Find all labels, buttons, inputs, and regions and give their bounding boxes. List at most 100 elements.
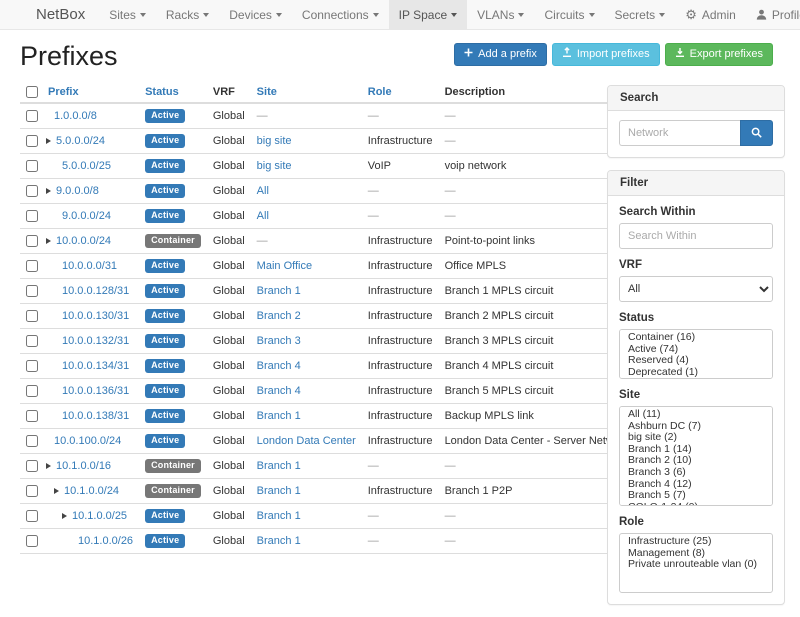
prefix-link[interactable]: 10.1.0.0/16 xyxy=(56,460,111,472)
prefix-link[interactable]: 5.0.0.0/25 xyxy=(62,160,111,172)
column-sort-link[interactable]: Status xyxy=(145,86,179,98)
search-input[interactable] xyxy=(619,120,740,146)
prefix-link[interactable]: 10.0.0.0/24 xyxy=(56,235,111,247)
column-header-status[interactable]: Status xyxy=(139,82,207,103)
expand-caret-icon[interactable] xyxy=(46,188,51,194)
nav-item-profile[interactable]: Profile xyxy=(746,0,800,29)
site-link[interactable]: Branch 1 xyxy=(257,510,301,522)
expand-caret-icon[interactable] xyxy=(46,138,51,144)
table-row: 10.1.0.0/24ContainerGlobalBranch 1Infras… xyxy=(20,479,635,504)
prefix-link[interactable]: 9.0.0.0/24 xyxy=(62,210,111,222)
row-checkbox[interactable] xyxy=(26,335,38,347)
row-checkbox[interactable] xyxy=(26,110,38,122)
row-checkbox[interactable] xyxy=(26,385,38,397)
site-link[interactable]: Branch 1 xyxy=(257,285,301,297)
site-link[interactable]: big site xyxy=(257,160,292,172)
nav-item-racks[interactable]: Racks xyxy=(156,0,219,29)
nav-item-devices[interactable]: Devices xyxy=(219,0,292,29)
prefix-link[interactable]: 10.0.0.138/31 xyxy=(62,410,129,422)
status-listbox[interactable]: Container (16)Active (74)Reserved (4)Dep… xyxy=(619,329,773,379)
prefix-link[interactable]: 10.1.0.0/26 xyxy=(78,535,133,547)
prefix-link[interactable]: 10.0.0.0/31 xyxy=(62,260,117,272)
nav-item-connections[interactable]: Connections xyxy=(292,0,389,29)
column-sort-link[interactable]: Prefix xyxy=(48,86,79,98)
site-link[interactable]: Branch 4 xyxy=(257,360,301,372)
nav-item-admin[interactable]: ⚙ Admin xyxy=(675,0,746,29)
nav-item-sites[interactable]: Sites xyxy=(99,0,156,29)
nav-item-ip-space[interactable]: IP Space xyxy=(389,0,467,29)
prefix-link[interactable]: 10.0.0.132/31 xyxy=(62,335,129,347)
row-checkbox[interactable] xyxy=(26,410,38,422)
row-checkbox[interactable] xyxy=(26,285,38,297)
row-checkbox[interactable] xyxy=(26,360,38,372)
site-link[interactable]: big site xyxy=(257,135,292,147)
row-checkbox[interactable] xyxy=(26,260,38,272)
search-button[interactable] xyxy=(740,120,773,146)
column-header-site[interactable]: Site xyxy=(251,82,362,103)
site-link[interactable]: Main Office xyxy=(257,260,312,272)
import-prefixes-button[interactable]: Import prefixes xyxy=(552,43,660,66)
column-header-prefix[interactable]: Prefix xyxy=(42,82,139,103)
empty-value: — xyxy=(368,110,379,122)
row-checkbox[interactable] xyxy=(26,485,38,497)
site-link[interactable]: Branch 2 xyxy=(257,310,301,322)
row-checkbox[interactable] xyxy=(26,160,38,172)
column-sort-link[interactable]: Site xyxy=(257,86,277,98)
site-link[interactable]: All xyxy=(257,210,269,222)
listbox-option[interactable]: Branch 5 (7) xyxy=(620,490,772,502)
listbox-option[interactable]: Deprecated (1) xyxy=(620,367,772,379)
listbox-option[interactable]: Branch 3 (6) xyxy=(620,467,772,479)
prefix-link[interactable]: 10.0.0.134/31 xyxy=(62,360,129,372)
site-link[interactable]: Branch 4 xyxy=(257,385,301,397)
nav-item-secrets[interactable]: Secrets xyxy=(605,0,676,29)
prefix-link[interactable]: 10.0.0.136/31 xyxy=(62,385,129,397)
prefix-link[interactable]: 10.0.0.130/31 xyxy=(62,310,129,322)
nav-item-circuits[interactable]: Circuits xyxy=(534,0,604,29)
select-all-checkbox[interactable] xyxy=(26,86,38,98)
vrf-select[interactable]: All xyxy=(619,276,773,302)
row-checkbox[interactable] xyxy=(26,235,38,247)
expand-caret-icon[interactable] xyxy=(46,238,51,244)
column-sort-link[interactable]: Role xyxy=(368,86,392,98)
site-link[interactable]: Branch 1 xyxy=(257,460,301,472)
site-link[interactable]: Branch 1 xyxy=(257,535,301,547)
search-within-input[interactable] xyxy=(619,223,773,249)
site-link[interactable]: Branch 3 xyxy=(257,335,301,347)
add-prefix-button[interactable]: Add a prefix xyxy=(454,43,547,66)
role-listbox[interactable]: Infrastructure (25)Management (8)Private… xyxy=(619,533,773,593)
listbox-option[interactable]: Infrastructure (25) xyxy=(620,536,772,548)
site-link[interactable]: All xyxy=(257,185,269,197)
listbox-option[interactable]: Container (16) xyxy=(620,332,772,344)
expand-caret-icon[interactable] xyxy=(62,513,67,519)
app-brand[interactable]: NetBox xyxy=(22,0,99,29)
prefix-link[interactable]: 5.0.0.0/24 xyxy=(56,135,105,147)
prefix-link[interactable]: 1.0.0.0/8 xyxy=(54,110,97,122)
site-link[interactable]: Branch 1 xyxy=(257,485,301,497)
listbox-option[interactable]: All (11) xyxy=(620,409,772,421)
row-checkbox[interactable] xyxy=(26,510,38,522)
site-link[interactable]: London Data Center xyxy=(257,435,356,447)
site-listbox[interactable]: All (11)Ashburn DC (7)big site (2)Branch… xyxy=(619,406,773,506)
column-header-role[interactable]: Role xyxy=(362,82,439,103)
prefix-link[interactable]: 10.1.0.0/24 xyxy=(64,485,119,497)
prefix-link[interactable]: 10.0.0.128/31 xyxy=(62,285,129,297)
prefix-link[interactable]: 9.0.0.0/8 xyxy=(56,185,99,197)
export-prefixes-button[interactable]: Export prefixes xyxy=(665,43,773,66)
nav-item-vlans[interactable]: VLANs xyxy=(467,0,534,29)
row-checkbox[interactable] xyxy=(26,460,38,472)
listbox-option[interactable]: COLO-1-24 (0) xyxy=(620,502,772,506)
status-badge: Container xyxy=(145,459,201,473)
expand-caret-icon[interactable] xyxy=(46,463,51,469)
site-link[interactable]: Branch 1 xyxy=(257,410,301,422)
prefix-link[interactable]: 10.1.0.0/25 xyxy=(72,510,127,522)
row-checkbox[interactable] xyxy=(26,135,38,147)
expand-caret-icon[interactable] xyxy=(54,488,59,494)
row-checkbox[interactable] xyxy=(26,185,38,197)
listbox-option[interactable]: Private unrouteable vlan (0) xyxy=(620,559,772,571)
prefix-link[interactable]: 10.0.100.0/24 xyxy=(54,435,121,447)
row-checkbox[interactable] xyxy=(26,310,38,322)
row-checkbox[interactable] xyxy=(26,210,38,222)
row-checkbox[interactable] xyxy=(26,535,38,547)
row-checkbox[interactable] xyxy=(26,435,38,447)
listbox-option[interactable]: Management (8) xyxy=(620,548,772,560)
